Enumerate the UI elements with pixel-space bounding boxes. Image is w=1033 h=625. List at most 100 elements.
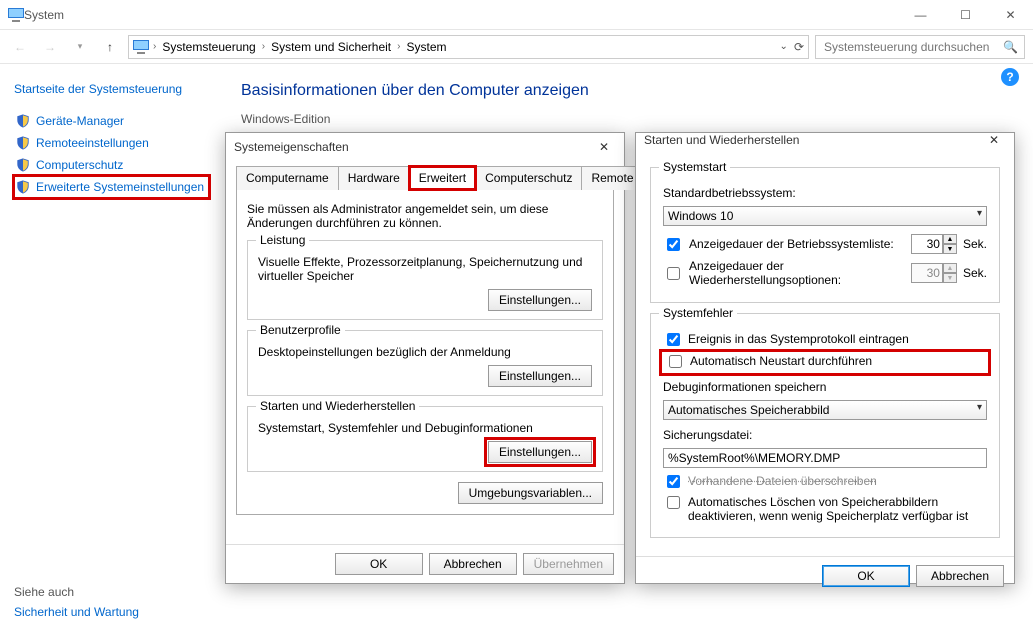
- show-recovery-label: Anzeigedauer der Wiederherstellungsoptio…: [689, 259, 905, 287]
- seconds-label: Sek.: [963, 237, 987, 251]
- window-title: System: [24, 8, 64, 22]
- search-box[interactable]: 🔍: [815, 35, 1025, 59]
- overwrite-label: Vorhandene Dateien überschreiben: [688, 474, 877, 488]
- tab-computername[interactable]: Computername: [236, 166, 339, 190]
- section-heading: Windows-Edition: [241, 112, 1021, 126]
- dialog-close-button[interactable]: ✕: [592, 140, 616, 154]
- addressbar-icon: [133, 40, 149, 54]
- default-os-label: Standardbetriebssystem:: [663, 186, 987, 200]
- sidebar-item-label: Erweiterte Systemeinstellungen: [36, 180, 204, 194]
- control-panel-home-link[interactable]: Startseite der Systemsteuerung: [14, 82, 209, 96]
- write-event-label: Ereignis in das Systemprotokoll eintrage…: [688, 332, 909, 346]
- dialog-button-row: OK Abbrechen Übernehmen: [226, 544, 624, 583]
- dump-file-input[interactable]: [663, 448, 987, 468]
- group-legend: Systemstart: [659, 160, 730, 174]
- dialog-titlebar: Systemeigenschaften ✕: [226, 133, 624, 161]
- ok-button[interactable]: OK: [335, 553, 423, 575]
- search-input[interactable]: [822, 39, 1018, 55]
- dialog-system-properties: Systemeigenschaften ✕ Computername Hardw…: [225, 132, 625, 584]
- cancel-button[interactable]: Abbrechen: [916, 565, 1004, 587]
- dump-type-select[interactable]: Automatisches Speicherabbild: [663, 400, 987, 420]
- apply-button[interactable]: Übernehmen: [523, 553, 614, 575]
- group-startup-recovery: Starten und Wiederherstellen Systemstart…: [247, 406, 603, 472]
- sidebar-item-device-manager[interactable]: Geräte-Manager: [14, 110, 209, 132]
- see-also-heading: Siehe auch: [14, 585, 74, 599]
- os-list-seconds-spinner[interactable]: ▲▼: [911, 234, 957, 254]
- sidebar-item-label: Remoteeinstellungen: [36, 136, 149, 150]
- startup-settings-button[interactable]: Einstellungen...: [488, 441, 592, 463]
- breadcrumb-seg[interactable]: System: [404, 40, 448, 54]
- group-legend: Starten und Wiederherstellen: [256, 399, 419, 413]
- back-button[interactable]: ←: [8, 35, 32, 59]
- page-title: Basisinformationen über den Computer anz…: [241, 82, 1021, 100]
- auto-restart-checkbox[interactable]: [669, 355, 682, 368]
- debug-info-label: Debuginformationen speichern: [663, 380, 987, 394]
- spin-up: ▲: [943, 263, 957, 273]
- tab-hardware[interactable]: Hardware: [338, 166, 410, 190]
- default-os-select[interactable]: Windows 10: [663, 206, 987, 226]
- chevron-right-icon: ›: [397, 41, 400, 52]
- dialog-startup-recovery: Starten und Wiederherstellen ✕ Systemsta…: [635, 132, 1015, 584]
- shield-icon: [16, 180, 30, 194]
- show-os-list-label: Anzeigedauer der Betriebssystemliste:: [689, 237, 905, 251]
- profiles-settings-button[interactable]: Einstellungen...: [488, 365, 592, 387]
- seconds-label: Sek.: [963, 266, 987, 280]
- group-desc: Desktopeinstellungen bezüglich der Anmel…: [258, 345, 592, 359]
- breadcrumb-seg[interactable]: System und Sicherheit: [269, 40, 393, 54]
- group-desc: Systemstart, Systemfehler und Debuginfor…: [258, 421, 592, 435]
- address-bar[interactable]: › Systemsteuerung › System und Sicherhei…: [128, 35, 809, 59]
- up-button[interactable]: ↑: [98, 35, 122, 59]
- tab-system-protection[interactable]: Computerschutz: [475, 166, 582, 190]
- group-system-start: Systemstart Standardbetriebssystem: Wind…: [650, 167, 1000, 303]
- group-legend: Benutzerprofile: [256, 323, 345, 337]
- navbar: ← → ▾ ↑ › Systemsteuerung › System und S…: [0, 30, 1033, 64]
- close-button[interactable]: ✕: [988, 0, 1033, 30]
- ok-button[interactable]: OK: [822, 565, 910, 587]
- overwrite-checkbox[interactable]: [667, 475, 680, 488]
- group-desc: Visuelle Effekte, Prozessorzeitplanung, …: [258, 255, 592, 283]
- show-os-list-checkbox[interactable]: [667, 238, 680, 251]
- recovery-seconds-spinner[interactable]: ▲▼: [911, 263, 957, 283]
- shield-icon: [16, 136, 30, 150]
- auto-restart-label: Automatisch Neustart durchführen: [690, 354, 872, 368]
- titlebar: System — ☐ ✕: [0, 0, 1033, 30]
- spin-down[interactable]: ▼: [943, 244, 957, 254]
- env-vars-button[interactable]: Umgebungsvariablen...: [458, 482, 603, 504]
- address-dropdown-icon[interactable]: ⌄: [780, 41, 788, 52]
- spin-down: ▼: [943, 273, 957, 283]
- refresh-icon[interactable]: ⟳: [794, 40, 804, 54]
- os-list-seconds-input[interactable]: [911, 234, 943, 254]
- group-user-profiles: Benutzerprofile Desktopeinstellungen bez…: [247, 330, 603, 396]
- show-recovery-checkbox[interactable]: [667, 267, 680, 280]
- dialog-close-button[interactable]: ✕: [982, 133, 1006, 147]
- tabs: Computername Hardware Erweitert Computer…: [236, 165, 614, 190]
- recent-dropdown[interactable]: ▾: [68, 35, 92, 59]
- write-event-checkbox[interactable]: [667, 333, 680, 346]
- performance-settings-button[interactable]: Einstellungen...: [488, 289, 592, 311]
- search-icon: 🔍: [1003, 40, 1018, 54]
- sidebar-item-advanced-settings[interactable]: Erweiterte Systemeinstellungen: [14, 176, 209, 198]
- sidebar-item-remote-settings[interactable]: Remoteeinstellungen: [14, 132, 209, 154]
- auto-delete-label: Automatisches Löschen von Speicherabbild…: [688, 495, 987, 523]
- sidebar-item-label: Geräte-Manager: [36, 114, 124, 128]
- tab-advanced[interactable]: Erweitert: [409, 166, 476, 190]
- minimize-button[interactable]: —: [898, 0, 943, 30]
- spin-up[interactable]: ▲: [943, 234, 957, 244]
- sidebar-item-system-protection[interactable]: Computerschutz: [14, 154, 209, 176]
- sidebar-item-label: Computerschutz: [36, 158, 123, 172]
- dialog-titlebar: Starten und Wiederherstellen ✕: [636, 133, 1014, 147]
- group-performance: Leistung Visuelle Effekte, Prozessorzeit…: [247, 240, 603, 320]
- dialog-title-text: Systemeigenschaften: [234, 140, 349, 154]
- breadcrumb-seg[interactable]: Systemsteuerung: [160, 40, 257, 54]
- cancel-button[interactable]: Abbrechen: [429, 553, 517, 575]
- see-also-link-security[interactable]: Sicherheit und Wartung: [14, 605, 139, 619]
- dialog-title-text: Starten und Wiederherstellen: [644, 133, 799, 147]
- maximize-button[interactable]: ☐: [943, 0, 988, 30]
- chevron-right-icon: ›: [153, 41, 156, 52]
- sidebar: Startseite der Systemsteuerung Geräte-Ma…: [0, 64, 215, 625]
- forward-button[interactable]: →: [38, 35, 62, 59]
- chevron-right-icon: ›: [262, 41, 265, 52]
- help-icon[interactable]: ?: [1001, 68, 1019, 86]
- auto-delete-checkbox[interactable]: [667, 496, 680, 509]
- system-icon: [8, 8, 24, 22]
